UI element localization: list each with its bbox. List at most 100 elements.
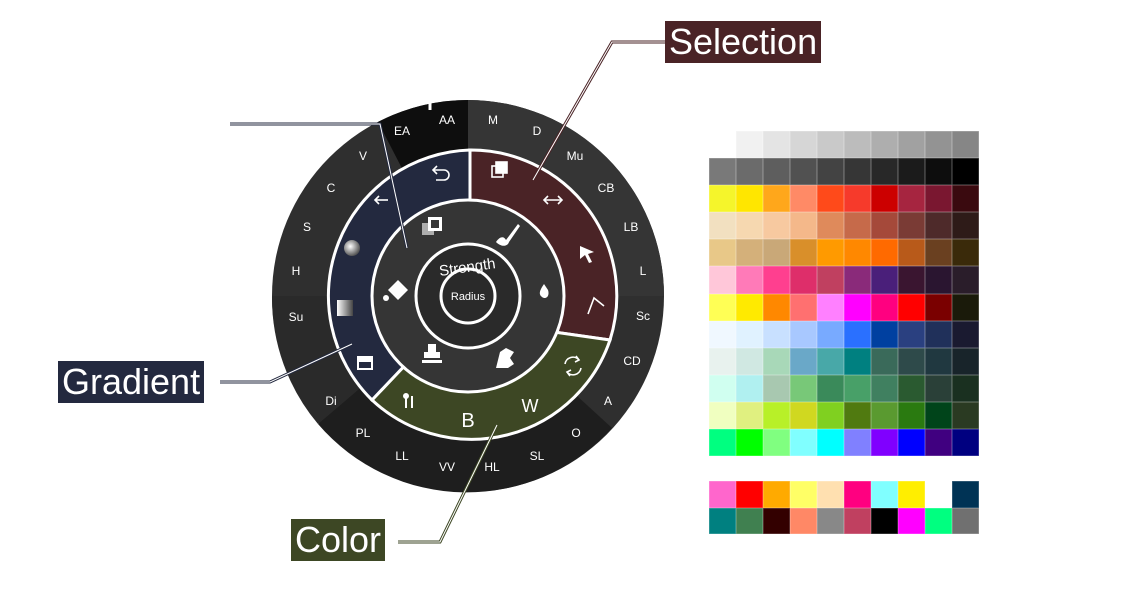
palette-swatch[interactable] [736, 131, 763, 159]
palette-swatch[interactable] [925, 347, 952, 375]
palette-swatch[interactable] [898, 185, 925, 213]
palette-swatch[interactable] [952, 266, 979, 294]
palette-swatch[interactable] [709, 401, 736, 429]
palette-swatch[interactable] [898, 428, 925, 456]
outer-label-su[interactable]: Su [289, 310, 304, 324]
palette-swatch[interactable] [790, 131, 817, 159]
recent-swatch[interactable] [952, 481, 979, 508]
palette-swatch[interactable] [871, 239, 898, 267]
palette-swatch[interactable] [952, 158, 979, 186]
palette-swatch[interactable] [763, 266, 790, 294]
outer-label-di[interactable]: Di [325, 394, 336, 408]
palette-swatch[interactable] [844, 428, 871, 456]
outer-label-l[interactable]: L [640, 264, 647, 278]
recent-swatch[interactable] [736, 481, 763, 508]
outer-label-sl[interactable]: SL [530, 449, 545, 463]
palette-swatch[interactable] [790, 347, 817, 375]
palette-swatch[interactable] [790, 212, 817, 240]
palette-swatch[interactable] [898, 239, 925, 267]
palette-swatch[interactable] [898, 293, 925, 321]
palette-swatch[interactable] [763, 428, 790, 456]
palette-swatch[interactable] [871, 320, 898, 348]
recent-swatch[interactable] [844, 481, 871, 508]
palette-swatch[interactable] [817, 293, 844, 321]
palette-swatch[interactable] [817, 131, 844, 159]
palette-swatch[interactable] [925, 131, 952, 159]
pattern-icon[interactable] [357, 356, 373, 370]
outer-label-a[interactable]: A [604, 394, 612, 408]
palette-swatch[interactable] [709, 293, 736, 321]
palette-swatch[interactable] [952, 131, 979, 159]
palette-swatch[interactable] [952, 374, 979, 402]
palette-swatch[interactable] [871, 347, 898, 375]
palette-swatch[interactable] [871, 293, 898, 321]
palette-swatch[interactable] [952, 428, 979, 456]
outer-label-m[interactable]: M [488, 113, 498, 127]
palette-swatch[interactable] [817, 239, 844, 267]
palette-swatch[interactable] [709, 212, 736, 240]
palette-swatch[interactable] [871, 266, 898, 294]
palette-swatch[interactable] [898, 320, 925, 348]
recent-swatch[interactable] [925, 507, 952, 534]
palette-swatch[interactable] [844, 212, 871, 240]
recent-swatch[interactable] [952, 507, 979, 534]
palette-swatch[interactable] [871, 131, 898, 159]
outer-label-hl[interactable]: HL [484, 460, 500, 474]
recent-swatch[interactable] [790, 481, 817, 508]
palette-swatch[interactable] [763, 131, 790, 159]
palette-swatch[interactable] [844, 374, 871, 402]
palette-swatch[interactable] [844, 320, 871, 348]
outer-label-sc[interactable]: Sc [636, 309, 650, 323]
palette-swatch[interactable] [898, 347, 925, 375]
recent-swatch[interactable] [844, 507, 871, 534]
palette-swatch[interactable] [709, 320, 736, 348]
palette-swatch[interactable] [817, 428, 844, 456]
palette-swatch[interactable] [925, 374, 952, 402]
palette-swatch[interactable] [736, 320, 763, 348]
recent-swatch[interactable] [709, 481, 736, 508]
palette-swatch[interactable] [952, 185, 979, 213]
palette-swatch[interactable] [925, 185, 952, 213]
recent-swatch[interactable] [736, 507, 763, 534]
palette-swatch[interactable] [844, 293, 871, 321]
recent-swatch[interactable] [790, 507, 817, 534]
recent-swatch[interactable] [898, 481, 925, 508]
outer-label-v[interactable]: V [359, 149, 367, 163]
outer-label-mu[interactable]: Mu [567, 149, 584, 163]
outer-label-cd[interactable]: CD [623, 354, 641, 368]
palette-swatch[interactable] [709, 347, 736, 375]
palette-swatch[interactable] [898, 131, 925, 159]
palette-swatch[interactable] [871, 158, 898, 186]
palette-swatch[interactable] [790, 374, 817, 402]
palette-swatch[interactable] [898, 158, 925, 186]
palette-swatch[interactable] [817, 212, 844, 240]
palette-swatch[interactable] [790, 158, 817, 186]
outer-label-s[interactable]: S [303, 220, 311, 234]
palette-swatch[interactable] [844, 185, 871, 213]
palette-swatch[interactable] [871, 185, 898, 213]
recent-swatch[interactable] [763, 507, 790, 534]
outer-label-ll[interactable]: LL [395, 449, 409, 463]
palette-swatch[interactable] [925, 212, 952, 240]
palette-swatch[interactable] [925, 293, 952, 321]
palette-swatch[interactable] [898, 212, 925, 240]
palette-swatch[interactable] [871, 401, 898, 429]
palette-swatch[interactable] [817, 158, 844, 186]
linear-gradient-icon[interactable] [337, 300, 353, 316]
recent-swatch[interactable] [817, 481, 844, 508]
outer-label-pl[interactable]: PL [356, 426, 371, 440]
palette-swatch[interactable] [736, 293, 763, 321]
palette-swatch[interactable] [763, 185, 790, 213]
palette-swatch[interactable] [763, 158, 790, 186]
palette-swatch[interactable] [952, 320, 979, 348]
palette-swatch[interactable] [871, 374, 898, 402]
palette-swatch[interactable] [925, 239, 952, 267]
recent-swatch[interactable] [871, 507, 898, 534]
palette-swatch[interactable] [763, 320, 790, 348]
palette-swatch[interactable] [790, 185, 817, 213]
recent-swatch[interactable] [709, 507, 736, 534]
outer-label-vv[interactable]: VV [439, 460, 455, 474]
palette-swatch[interactable] [844, 158, 871, 186]
palette-swatch[interactable] [817, 401, 844, 429]
palette-swatch[interactable] [952, 239, 979, 267]
